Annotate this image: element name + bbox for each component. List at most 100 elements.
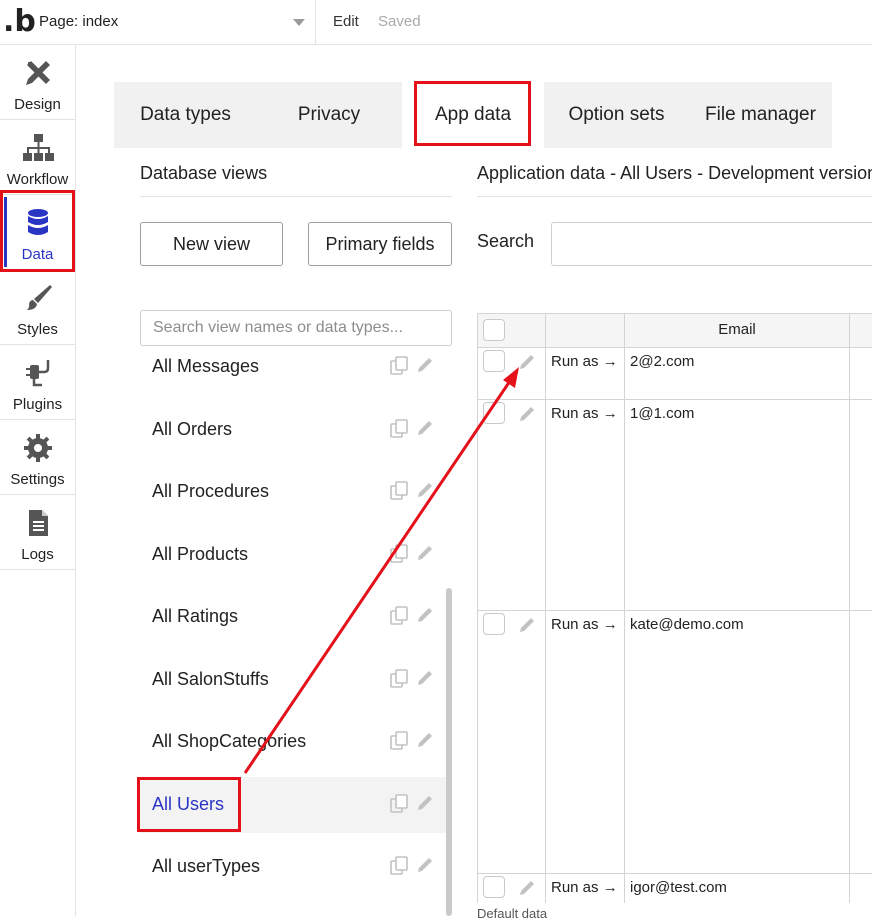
pencil-icon[interactable] xyxy=(415,605,435,625)
view-search-input[interactable] xyxy=(140,310,452,346)
view-list-item-label: All SalonStuffs xyxy=(152,669,269,689)
edit-pencil-icon[interactable] xyxy=(517,878,537,898)
pencil-icon[interactable] xyxy=(415,730,435,750)
nav-design[interactable]: Design xyxy=(0,45,75,120)
table-border xyxy=(545,313,546,903)
email-cell: 1@1.com xyxy=(630,405,695,422)
pencil-icon[interactable] xyxy=(415,793,435,813)
view-list-item[interactable]: All Products xyxy=(140,527,446,583)
pencil-icon[interactable] xyxy=(415,668,435,688)
data-search-input[interactable] xyxy=(551,222,872,266)
edit-pencil-icon[interactable] xyxy=(517,615,537,635)
table-border xyxy=(477,313,478,903)
top-bar: .b Page: index Edit Saved xyxy=(0,0,872,45)
bubble-logo[interactable]: .b xyxy=(3,4,36,40)
tab-data-types[interactable]: Data types xyxy=(114,82,257,148)
row-checkbox[interactable] xyxy=(483,876,505,898)
nav-styles-label: Styles xyxy=(17,321,58,338)
copy-icon[interactable] xyxy=(389,481,409,501)
nav-design-label: Design xyxy=(14,96,61,113)
brush-icon xyxy=(27,285,52,310)
design-icon xyxy=(26,61,50,85)
row-checkbox[interactable] xyxy=(483,402,505,424)
gear-icon xyxy=(24,434,52,462)
run-as-link[interactable]: Run as → xyxy=(551,616,618,633)
nav-settings-label: Settings xyxy=(10,471,65,488)
page-selector-label: Page: index xyxy=(39,13,119,30)
copy-icon[interactable] xyxy=(389,856,409,876)
view-list-item[interactable]: All Ratings xyxy=(140,589,446,645)
view-list: All Messages All Orders All Procedures All … xyxy=(140,356,446,916)
view-list-item[interactable]: All Procedures xyxy=(140,464,446,520)
primary-fields-button[interactable]: Primary fields xyxy=(308,222,452,266)
row-checkbox[interactable] xyxy=(483,613,505,635)
view-list-scrollbar[interactable] xyxy=(446,588,452,916)
view-list-item-label: All userTypes xyxy=(152,856,261,876)
column-header-email[interactable]: Email xyxy=(625,313,849,347)
view-list-item-label: All ShopCategories xyxy=(152,731,307,751)
pencil-icon[interactable] xyxy=(415,855,435,875)
view-list-item-label: All Products xyxy=(152,544,249,564)
table-border xyxy=(477,399,872,400)
view-list-item-label: All Procedures xyxy=(152,481,270,501)
copy-icon[interactable] xyxy=(389,669,409,689)
database-views-title: Database views xyxy=(140,163,268,183)
edit-pencil-icon[interactable] xyxy=(517,404,537,424)
divider xyxy=(140,196,452,197)
view-list-item-label: All Ratings xyxy=(152,606,239,626)
app-data-title: Application data - All Users - Developme… xyxy=(477,163,872,183)
email-cell: 2@2.com xyxy=(630,353,695,370)
select-all-checkbox[interactable] xyxy=(483,319,505,341)
row-checkbox[interactable] xyxy=(483,350,505,372)
table-border xyxy=(624,313,625,903)
table-header: Email xyxy=(477,313,872,347)
edit-pencil-icon[interactable] xyxy=(517,352,537,372)
new-view-button[interactable]: New view xyxy=(140,222,283,266)
tab-file-manager[interactable]: File manager xyxy=(689,82,832,148)
run-as-link[interactable]: Run as → xyxy=(551,879,618,896)
view-list-item[interactable]: All Messages xyxy=(140,356,446,395)
copy-icon[interactable] xyxy=(389,356,409,376)
highlight-app-data-tab xyxy=(414,81,531,146)
tab-privacy[interactable]: Privacy xyxy=(257,82,401,148)
copy-icon[interactable] xyxy=(389,794,409,814)
nav-logs[interactable]: Logs xyxy=(0,495,75,570)
copy-icon[interactable] xyxy=(389,544,409,564)
nav-workflow-label: Workflow xyxy=(6,171,69,188)
table-footer: Default data xyxy=(477,906,548,921)
highlight-all-users xyxy=(137,777,241,832)
nav-plugins[interactable]: Plugins xyxy=(0,345,75,420)
view-list-item[interactable]: All Orders xyxy=(140,402,446,458)
table-border xyxy=(477,347,872,348)
table-border xyxy=(477,610,872,611)
view-list-item-label: All Orders xyxy=(152,419,233,439)
table-border xyxy=(477,873,872,874)
tab-option-sets[interactable]: Option sets xyxy=(544,82,689,148)
copy-icon[interactable] xyxy=(389,419,409,439)
copy-icon[interactable] xyxy=(389,731,409,751)
nav-styles[interactable]: Styles xyxy=(0,270,75,345)
table-border xyxy=(477,313,872,314)
run-as-link[interactable]: Run as → xyxy=(551,353,618,370)
view-list-item[interactable]: All userTypes xyxy=(140,839,446,895)
table-border xyxy=(849,313,850,903)
nav-settings[interactable]: Settings xyxy=(0,420,75,495)
pencil-icon[interactable] xyxy=(415,418,435,438)
copy-icon[interactable] xyxy=(389,606,409,626)
page-selector[interactable]: Page: index xyxy=(32,0,316,45)
view-list-item[interactable]: All SalonStuffs xyxy=(140,652,446,708)
email-cell: kate@demo.com xyxy=(630,616,744,633)
pencil-icon[interactable] xyxy=(415,480,435,500)
nav-workflow[interactable]: Workflow xyxy=(0,120,75,195)
edit-menu[interactable]: Edit xyxy=(333,13,359,30)
document-icon xyxy=(29,510,48,536)
pencil-icon[interactable] xyxy=(415,543,435,563)
pencil-icon[interactable] xyxy=(415,356,435,375)
view-list-item-label: All Messages xyxy=(152,356,260,376)
highlight-data-nav xyxy=(0,190,75,272)
divider xyxy=(477,196,872,197)
chevron-down-icon xyxy=(293,19,305,26)
data-table: Email Run as → 2@2.com Run as → 1@1.com Run … xyxy=(477,313,872,903)
run-as-link[interactable]: Run as → xyxy=(551,405,618,422)
view-list-item[interactable]: All ShopCategories xyxy=(140,714,446,770)
